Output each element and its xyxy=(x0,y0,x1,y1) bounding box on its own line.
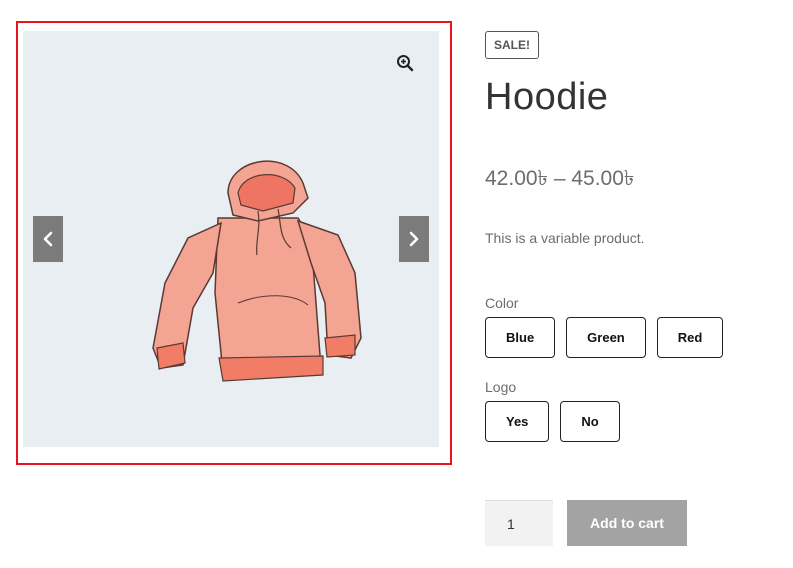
logo-option-no[interactable]: No xyxy=(560,401,620,442)
add-to-cart-button[interactable]: Add to cart xyxy=(567,500,687,546)
color-options: Blue Green Red xyxy=(485,317,724,358)
sale-badge: SALE! xyxy=(485,31,539,59)
logo-options: Yes No xyxy=(485,401,620,442)
product-title: Hoodie xyxy=(485,76,609,118)
color-option-red[interactable]: Red xyxy=(656,317,724,358)
logo-option-yes[interactable]: Yes xyxy=(485,401,550,442)
color-option-blue[interactable]: Blue xyxy=(485,317,556,358)
gallery-highlight-frame xyxy=(16,21,452,465)
logo-label: Logo xyxy=(485,379,517,395)
color-option-green[interactable]: Green xyxy=(566,317,646,358)
product-price: 42.00৳ – 45.00৳ xyxy=(485,167,635,190)
product-page: SALE! Hoodie 42.00৳ – 45.00৳ This is a v… xyxy=(0,0,793,568)
quantity-input[interactable] xyxy=(485,500,553,546)
product-description: This is a variable product. xyxy=(485,230,645,246)
color-label: Color xyxy=(485,295,519,311)
